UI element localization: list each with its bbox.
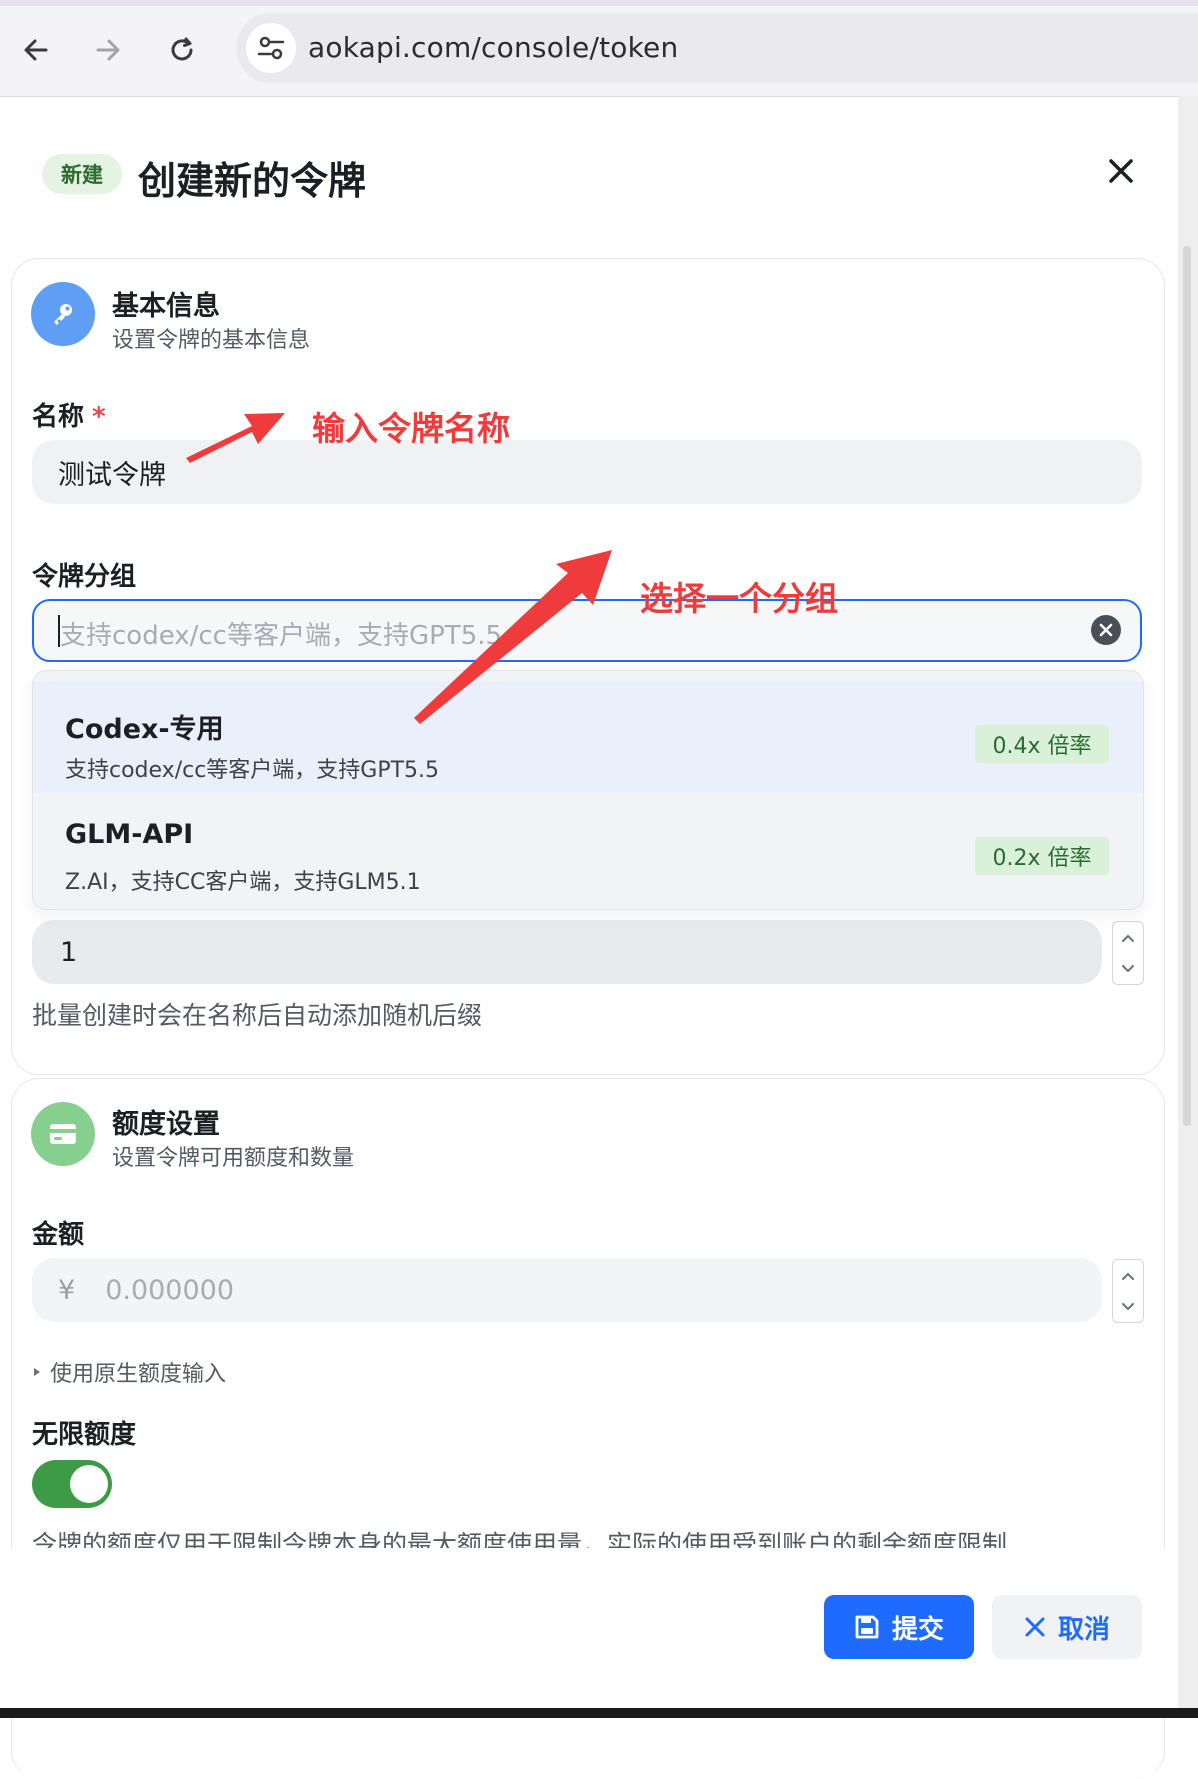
group-option[interactable]: Codex-专用 支持codex/cc等客户端，支持GPT5.5 0.4x 倍率 bbox=[33, 681, 1143, 793]
group-select-placeholder: 支持codex/cc等客户端，支持GPT5.5 bbox=[60, 621, 503, 651]
chevron-down-icon[interactable] bbox=[1121, 1302, 1135, 1312]
currency-symbol: ¥ bbox=[58, 1274, 76, 1306]
window-bottom-edge bbox=[0, 1708, 1198, 1718]
group-dropdown: Codex-专用 支持codex/cc等客户端，支持GPT5.5 0.4x 倍率… bbox=[32, 670, 1144, 910]
chevron-down-icon[interactable] bbox=[1121, 964, 1135, 974]
group-select-input[interactable]: 支持codex/cc等客户端，支持GPT5.5 bbox=[32, 599, 1142, 662]
switch-knob bbox=[70, 1465, 108, 1503]
new-badge: 新建 bbox=[42, 154, 122, 194]
amount-label: 金额 bbox=[32, 1220, 85, 1250]
forward-button[interactable] bbox=[88, 30, 128, 70]
quantity-input[interactable]: 1 bbox=[32, 920, 1102, 984]
annotation-name-hint: 输入令牌名称 bbox=[312, 409, 510, 448]
chevron-up-icon[interactable] bbox=[1121, 1271, 1135, 1281]
basic-info-subtitle: 设置令牌的基本信息 bbox=[112, 328, 311, 353]
quantity-value: 1 bbox=[60, 936, 78, 968]
group-option-desc: Z.AI，支持CC客户端，支持GLM5.1 bbox=[65, 870, 421, 895]
amount-placeholder: 0.000000 bbox=[105, 1274, 235, 1306]
rate-badge: 0.2x 倍率 bbox=[975, 837, 1109, 875]
submit-label: 提交 bbox=[891, 1614, 944, 1645]
amount-stepper[interactable] bbox=[1112, 1259, 1144, 1323]
name-input-value: 测试令牌 bbox=[58, 459, 166, 491]
close-icon bbox=[1025, 1617, 1045, 1637]
credit-card-icon bbox=[31, 1102, 95, 1166]
scrollbar[interactable] bbox=[1178, 96, 1198, 1718]
back-button[interactable] bbox=[16, 30, 56, 70]
cancel-label: 取消 bbox=[1057, 1614, 1110, 1645]
group-label: 令牌分组 bbox=[32, 562, 137, 592]
dialog-title: 创建新的令牌 bbox=[138, 159, 367, 203]
site-settings-button[interactable] bbox=[246, 23, 296, 73]
native-quota-label: 使用原生额度输入 bbox=[50, 1362, 227, 1387]
save-icon bbox=[855, 1615, 879, 1639]
close-button[interactable] bbox=[1102, 152, 1140, 190]
unlimited-switch[interactable] bbox=[32, 1460, 112, 1508]
submit-button[interactable]: 提交 bbox=[824, 1595, 974, 1659]
reload-icon bbox=[171, 37, 193, 61]
annotation-group-hint: 选择一个分组 bbox=[640, 579, 838, 618]
arrow-left-icon bbox=[24, 39, 48, 61]
group-option-name: GLM-API bbox=[65, 819, 194, 850]
name-label: 名称 * bbox=[32, 396, 106, 433]
clear-icon bbox=[1099, 623, 1113, 637]
caret-right-icon bbox=[34, 1368, 40, 1376]
url-text[interactable]: aokapi.com/console/token bbox=[308, 31, 678, 64]
name-input[interactable]: 测试令牌 bbox=[32, 440, 1142, 504]
unlimited-label: 无限额度 bbox=[32, 1420, 137, 1450]
address-bar[interactable]: aokapi.com/console/token bbox=[236, 13, 1198, 83]
group-option-name: Codex-专用 bbox=[65, 714, 224, 745]
scrollbar-thumb[interactable] bbox=[1183, 246, 1191, 1126]
quantity-stepper[interactable] bbox=[1112, 921, 1144, 985]
group-option-desc: 支持codex/cc等客户端，支持GPT5.5 bbox=[65, 758, 440, 783]
quota-settings-title: 额度设置 bbox=[112, 1109, 220, 1140]
arrow-right-icon bbox=[96, 39, 120, 61]
quota-settings-subtitle: 设置令牌可用额度和数量 bbox=[112, 1146, 355, 1171]
quantity-help-text: 批量创建时会在名称后自动添加随机后缀 bbox=[32, 1001, 483, 1030]
clear-selection-button[interactable] bbox=[1091, 615, 1121, 645]
basic-info-title: 基本信息 bbox=[112, 291, 220, 322]
cancel-button[interactable]: 取消 bbox=[992, 1595, 1142, 1659]
amount-input[interactable]: ¥ 0.000000 bbox=[32, 1258, 1102, 1322]
key-icon bbox=[31, 282, 95, 346]
tab-strip-edge bbox=[0, 0, 1198, 6]
chevron-up-icon[interactable] bbox=[1121, 933, 1135, 943]
tune-icon bbox=[257, 36, 285, 60]
browser-toolbar: aokapi.com/console/token bbox=[0, 0, 1198, 97]
name-label-text: 名称 bbox=[32, 402, 85, 432]
rate-badge: 0.4x 倍率 bbox=[975, 725, 1109, 763]
close-icon bbox=[1109, 159, 1133, 183]
reload-button[interactable] bbox=[162, 30, 202, 70]
required-mark: * bbox=[92, 402, 106, 432]
group-option[interactable]: GLM-API Z.AI，支持CC客户端，支持GLM5.1 0.2x 倍率 bbox=[33, 793, 1143, 905]
native-quota-toggle[interactable]: 使用原生额度输入 bbox=[32, 1356, 226, 1388]
